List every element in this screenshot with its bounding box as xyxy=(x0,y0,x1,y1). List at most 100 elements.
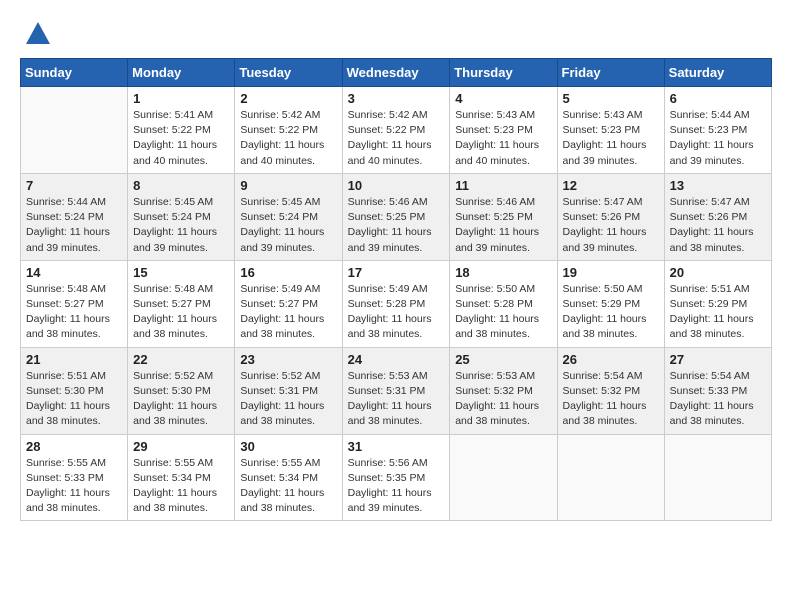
day-info: Sunrise: 5:44 AMSunset: 5:24 PMDaylight:… xyxy=(26,195,122,256)
column-header-monday: Monday xyxy=(128,59,235,87)
calendar-table: SundayMondayTuesdayWednesdayThursdayFrid… xyxy=(20,58,772,521)
calendar-cell: 26 Sunrise: 5:54 AMSunset: 5:32 PMDayligh… xyxy=(557,347,664,434)
day-info: Sunrise: 5:41 AMSunset: 5:22 PMDaylight:… xyxy=(133,108,229,169)
day-number: 20 xyxy=(670,265,766,280)
calendar-cell: 24 Sunrise: 5:53 AMSunset: 5:31 PMDayligh… xyxy=(342,347,450,434)
day-number: 7 xyxy=(26,178,122,193)
day-info: Sunrise: 5:55 AMSunset: 5:34 PMDaylight:… xyxy=(240,456,336,517)
calendar-cell: 13 Sunrise: 5:47 AMSunset: 5:26 PMDayligh… xyxy=(664,173,771,260)
column-header-wednesday: Wednesday xyxy=(342,59,450,87)
day-number: 2 xyxy=(240,91,336,106)
calendar-cell xyxy=(450,434,557,521)
calendar-cell: 30 Sunrise: 5:55 AMSunset: 5:34 PMDayligh… xyxy=(235,434,342,521)
day-number: 12 xyxy=(563,178,659,193)
logo xyxy=(20,20,52,48)
calendar-cell: 20 Sunrise: 5:51 AMSunset: 5:29 PMDayligh… xyxy=(664,260,771,347)
calendar-cell: 21 Sunrise: 5:51 AMSunset: 5:30 PMDayligh… xyxy=(21,347,128,434)
day-info: Sunrise: 5:56 AMSunset: 5:35 PMDaylight:… xyxy=(348,456,445,517)
day-info: Sunrise: 5:47 AMSunset: 5:26 PMDaylight:… xyxy=(563,195,659,256)
day-info: Sunrise: 5:51 AMSunset: 5:30 PMDaylight:… xyxy=(26,369,122,430)
day-info: Sunrise: 5:55 AMSunset: 5:34 PMDaylight:… xyxy=(133,456,229,517)
calendar-cell: 31 Sunrise: 5:56 AMSunset: 5:35 PMDayligh… xyxy=(342,434,450,521)
day-number: 25 xyxy=(455,352,551,367)
column-header-thursday: Thursday xyxy=(450,59,557,87)
calendar-cell: 16 Sunrise: 5:49 AMSunset: 5:27 PMDayligh… xyxy=(235,260,342,347)
calendar-cell: 12 Sunrise: 5:47 AMSunset: 5:26 PMDayligh… xyxy=(557,173,664,260)
calendar-cell: 15Sunrise: 5:48 AMSunset: 5:27 PMDayligh… xyxy=(128,260,235,347)
day-number: 22 xyxy=(133,352,229,367)
day-number: 21 xyxy=(26,352,122,367)
day-number: 1 xyxy=(133,91,229,106)
calendar-cell: 23 Sunrise: 5:52 AMSunset: 5:31 PMDayligh… xyxy=(235,347,342,434)
day-number: 31 xyxy=(348,439,445,454)
calendar-cell: 27 Sunrise: 5:54 AMSunset: 5:33 PMDayligh… xyxy=(664,347,771,434)
day-info: Sunrise: 5:42 AMSunset: 5:22 PMDaylight:… xyxy=(240,108,336,169)
day-info: Sunrise: 5:49 AMSunset: 5:28 PMDaylight:… xyxy=(348,282,445,343)
day-number: 27 xyxy=(670,352,766,367)
day-number: 17 xyxy=(348,265,445,280)
column-header-saturday: Saturday xyxy=(664,59,771,87)
calendar-cell: 8Sunrise: 5:45 AMSunset: 5:24 PMDaylight… xyxy=(128,173,235,260)
calendar-cell: 14 Sunrise: 5:48 AMSunset: 5:27 PMDayligh… xyxy=(21,260,128,347)
day-number: 19 xyxy=(563,265,659,280)
day-number: 3 xyxy=(348,91,445,106)
day-number: 30 xyxy=(240,439,336,454)
day-number: 10 xyxy=(348,178,445,193)
column-header-tuesday: Tuesday xyxy=(235,59,342,87)
day-info: Sunrise: 5:52 AMSunset: 5:30 PMDaylight:… xyxy=(133,369,229,430)
calendar-cell: 29 Sunrise: 5:55 AMSunset: 5:34 PMDayligh… xyxy=(128,434,235,521)
calendar-cell: 10Sunrise: 5:46 AMSunset: 5:25 PMDayligh… xyxy=(342,173,450,260)
day-number: 9 xyxy=(240,178,336,193)
column-header-friday: Friday xyxy=(557,59,664,87)
day-number: 26 xyxy=(563,352,659,367)
calendar-cell: 2 Sunrise: 5:42 AMSunset: 5:22 PMDaylight… xyxy=(235,87,342,174)
day-info: Sunrise: 5:54 AMSunset: 5:32 PMDaylight:… xyxy=(563,369,659,430)
day-info: Sunrise: 5:54 AMSunset: 5:33 PMDaylight:… xyxy=(670,369,766,430)
day-number: 4 xyxy=(455,91,551,106)
calendar-cell: 19 Sunrise: 5:50 AMSunset: 5:29 PMDayligh… xyxy=(557,260,664,347)
calendar-cell: 25 Sunrise: 5:53 AMSunset: 5:32 PMDayligh… xyxy=(450,347,557,434)
day-number: 29 xyxy=(133,439,229,454)
day-number: 24 xyxy=(348,352,445,367)
day-number: 13 xyxy=(670,178,766,193)
day-info: Sunrise: 5:51 AMSunset: 5:29 PMDaylight:… xyxy=(670,282,766,343)
day-number: 23 xyxy=(240,352,336,367)
day-number: 16 xyxy=(240,265,336,280)
calendar-cell xyxy=(557,434,664,521)
day-info: Sunrise: 5:43 AMSunset: 5:23 PMDaylight:… xyxy=(563,108,659,169)
calendar-cell: 18 Sunrise: 5:50 AMSunset: 5:28 PMDayligh… xyxy=(450,260,557,347)
logo-icon xyxy=(24,20,52,48)
day-info: Sunrise: 5:50 AMSunset: 5:29 PMDaylight:… xyxy=(563,282,659,343)
day-info: Sunrise: 5:50 AMSunset: 5:28 PMDaylight:… xyxy=(455,282,551,343)
day-info: Sunrise: 5:44 AMSunset: 5:23 PMDaylight:… xyxy=(670,108,766,169)
day-info: Sunrise: 5:55 AMSunset: 5:33 PMDaylight:… xyxy=(26,456,122,517)
day-info: Sunrise: 5:45 AMSunset: 5:24 PMDaylight:… xyxy=(240,195,336,256)
day-info: Sunrise: 5:43 AMSunset: 5:23 PMDaylight:… xyxy=(455,108,551,169)
day-number: 6 xyxy=(670,91,766,106)
day-info: Sunrise: 5:48 AMSunset: 5:27 PMDaylight:… xyxy=(133,282,229,343)
day-info: Sunrise: 5:49 AMSunset: 5:27 PMDaylight:… xyxy=(240,282,336,343)
calendar-cell: 17 Sunrise: 5:49 AMSunset: 5:28 PMDayligh… xyxy=(342,260,450,347)
day-info: Sunrise: 5:48 AMSunset: 5:27 PMDaylight:… xyxy=(26,282,122,343)
calendar-cell xyxy=(664,434,771,521)
day-number: 8 xyxy=(133,178,229,193)
calendar-cell: 4 Sunrise: 5:43 AMSunset: 5:23 PMDaylight… xyxy=(450,87,557,174)
day-info: Sunrise: 5:47 AMSunset: 5:26 PMDaylight:… xyxy=(670,195,766,256)
day-number: 18 xyxy=(455,265,551,280)
day-info: Sunrise: 5:53 AMSunset: 5:31 PMDaylight:… xyxy=(348,369,445,430)
calendar-cell: 28 Sunrise: 5:55 AMSunset: 5:33 PMDayligh… xyxy=(21,434,128,521)
page-header xyxy=(20,20,772,48)
day-info: Sunrise: 5:42 AMSunset: 5:22 PMDaylight:… xyxy=(348,108,445,169)
day-info: Sunrise: 5:46 AMSunset: 5:25 PMDaylight:… xyxy=(455,195,551,256)
day-info: Sunrise: 5:53 AMSunset: 5:32 PMDaylight:… xyxy=(455,369,551,430)
day-number: 11 xyxy=(455,178,551,193)
calendar-cell: 6 Sunrise: 5:44 AMSunset: 5:23 PMDaylight… xyxy=(664,87,771,174)
calendar-cell: 3 Sunrise: 5:42 AMSunset: 5:22 PMDaylight… xyxy=(342,87,450,174)
column-header-sunday: Sunday xyxy=(21,59,128,87)
day-number: 14 xyxy=(26,265,122,280)
calendar-cell: 1 Sunrise: 5:41 AMSunset: 5:22 PMDaylight… xyxy=(128,87,235,174)
calendar-cell: 7 Sunrise: 5:44 AMSunset: 5:24 PMDaylight… xyxy=(21,173,128,260)
day-number: 28 xyxy=(26,439,122,454)
calendar-cell: 11 Sunrise: 5:46 AMSunset: 5:25 PMDayligh… xyxy=(450,173,557,260)
day-info: Sunrise: 5:52 AMSunset: 5:31 PMDaylight:… xyxy=(240,369,336,430)
